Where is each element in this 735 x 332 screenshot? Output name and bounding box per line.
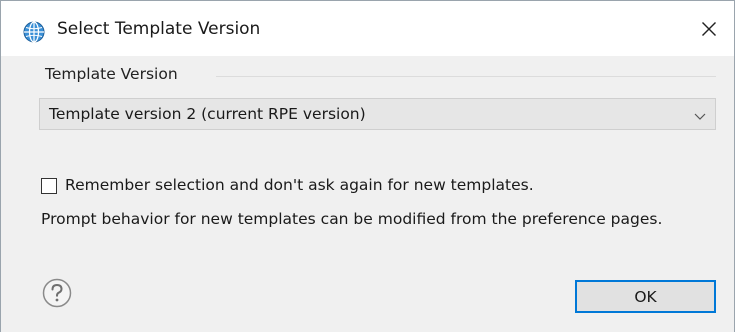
chevron-down-icon: [693, 108, 707, 122]
group-divider: [216, 76, 716, 77]
template-version-group-label: Template Version: [45, 65, 178, 83]
window-title: Select Template Version: [57, 19, 261, 39]
title-bar: Select Template Version: [1, 1, 734, 56]
remember-selection-label[interactable]: Remember selection and don't ask again f…: [65, 176, 534, 194]
template-version-selected-value: Template version 2 (current RPE version): [49, 105, 366, 123]
template-version-select[interactable]: Template version 2 (current RPE version): [39, 98, 716, 130]
prompt-behavior-info: Prompt behavior for new templates can be…: [41, 210, 663, 228]
select-template-version-dialog: Select Template Version Template Version…: [0, 0, 735, 332]
help-icon[interactable]: [41, 277, 73, 309]
close-icon: [701, 21, 717, 41]
remember-selection-checkbox[interactable]: [41, 178, 57, 194]
globe-icon: [23, 21, 45, 43]
ok-button[interactable]: OK: [575, 280, 716, 313]
close-button[interactable]: [691, 13, 727, 49]
dialog-content: Template Version Template version 2 (cur…: [1, 56, 734, 332]
